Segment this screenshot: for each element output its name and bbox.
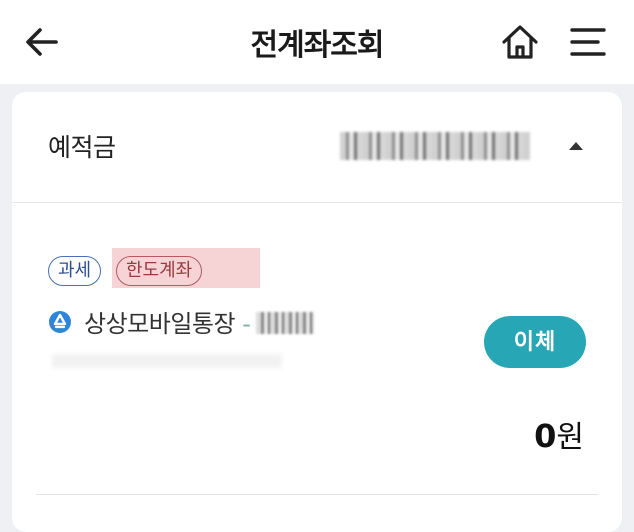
masked-account-detail <box>52 354 282 368</box>
edge-shadow <box>12 442 22 478</box>
home-icon <box>502 25 538 59</box>
account-number-separator: - <box>242 310 251 338</box>
section-title: 예적금 <box>48 133 116 162</box>
home-button[interactable] <box>498 20 542 64</box>
account-name-text: 상상모바일통장 <box>84 310 236 338</box>
collapse-button[interactable] <box>564 136 588 156</box>
bank-logo-icon <box>49 311 71 333</box>
account-name[interactable]: 상상모바일통장 - <box>84 304 251 339</box>
tag-limit-account: 한도계좌 <box>116 256 203 286</box>
tag-tax: 과세 <box>48 256 102 286</box>
app-bar: 전계좌조회 <box>0 0 634 84</box>
deposit-section-header[interactable]: 예적금 <box>12 92 622 202</box>
masked-total-amount <box>340 132 530 160</box>
masked-account-number <box>256 312 314 334</box>
balance-value: 0 <box>534 417 557 455</box>
account-card: 예적금 과세 한도계좌 상상모바일통장 - 이체 0원 <box>12 92 622 532</box>
divider <box>12 202 622 203</box>
account-balance: 0원 <box>534 412 584 456</box>
hamburger-menu-icon <box>570 28 606 56</box>
menu-button[interactable] <box>568 22 608 62</box>
transfer-button[interactable]: 이체 <box>484 316 586 368</box>
balance-unit: 원 <box>556 420 584 455</box>
triangle-up-icon <box>569 142 583 150</box>
divider <box>36 494 598 495</box>
